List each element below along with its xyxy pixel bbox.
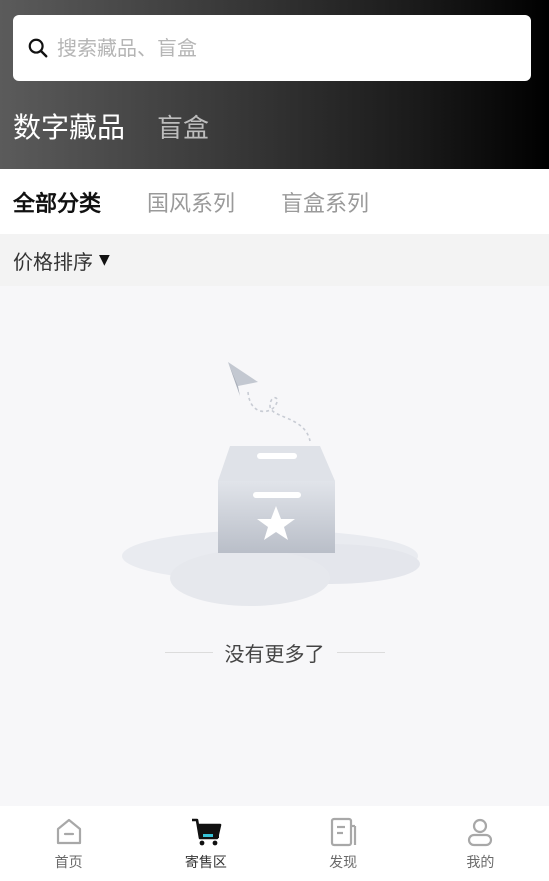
search-bar[interactable] <box>13 15 531 81</box>
caret-down-icon[interactable]: ▼ <box>99 252 110 268</box>
empty-box-illustration <box>122 362 420 606</box>
cart-icon <box>191 818 222 845</box>
profile-icon <box>468 818 493 846</box>
category-tab-blindbox[interactable]: 盲盒系列 <box>281 186 369 218</box>
nav-item-home[interactable]: 首页 <box>0 806 137 881</box>
sort-bar: 价格排序 ▼ <box>0 234 549 286</box>
tab-digital-collectibles[interactable]: 数字藏品 <box>13 106 125 146</box>
divider-right <box>336 652 385 653</box>
nav-label-home: 首页 <box>54 854 83 871</box>
divider-left <box>164 652 213 653</box>
nav-label-consignment: 寄售区 <box>184 854 227 871</box>
category-tab-all[interactable]: 全部分类 <box>13 186 101 218</box>
discover-icon <box>331 817 357 846</box>
nav-item-discover[interactable]: 发现 <box>275 806 412 881</box>
category-tab-guofeng[interactable]: 国风系列 <box>147 186 235 218</box>
header: 数字藏品 盲盒 <box>0 0 549 169</box>
category-tabs: 全部分类 国风系列 盲盒系列 <box>0 169 549 234</box>
nav-item-profile[interactable]: 我的 <box>412 806 549 881</box>
search-input[interactable] <box>57 36 497 60</box>
nav-label-discover: 发现 <box>329 854 358 871</box>
price-sort-button[interactable]: 价格排序 <box>13 246 93 275</box>
search-icon <box>28 38 48 58</box>
tab-blind-box[interactable]: 盲盒 <box>157 108 209 145</box>
main-tabs: 数字藏品 盲盒 <box>13 106 241 146</box>
home-icon <box>56 818 81 844</box>
nav-item-consignment[interactable]: 寄售区 <box>137 806 274 881</box>
nav-label-profile: 我的 <box>466 854 495 871</box>
bottom-nav: 首页 寄售区 发现 我的 <box>0 806 549 881</box>
no-more-text: 没有更多了 <box>224 642 325 666</box>
end-of-list: 没有更多了 <box>0 638 549 667</box>
content-area: 没有更多了 <box>0 286 549 806</box>
